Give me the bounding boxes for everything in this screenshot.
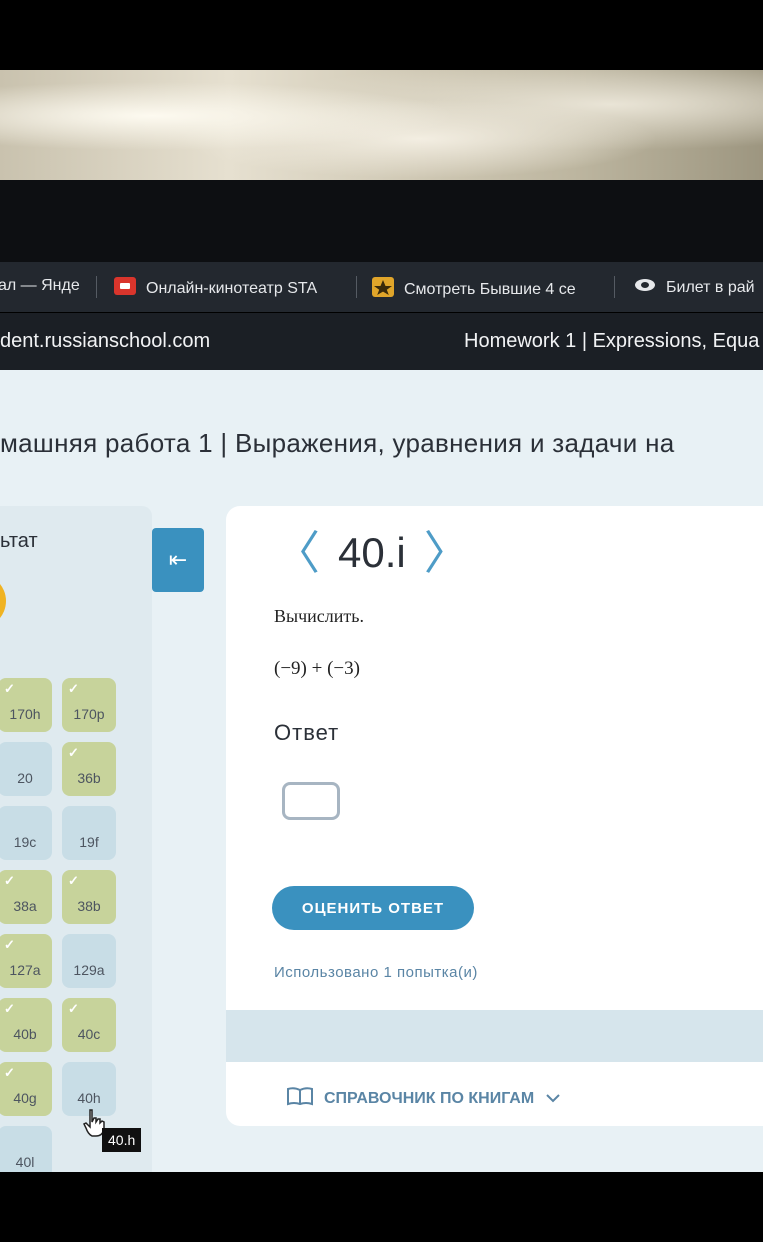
divider-band [226,1010,763,1062]
browser-tab-yandex[interactable]: ал — Янде [0,277,80,295]
sidebar-cell[interactable]: ✓ 170h [0,678,52,732]
task-navigation: 〈 40.i 〉 [274,528,470,578]
sidebar-cell[interactable]: ✓ 40g [0,1062,52,1116]
check-icon: ✓ [4,873,15,888]
task-prompt: Вычислить. [274,606,364,626]
cell-label: 38b [77,898,101,914]
check-icon: ✓ [68,745,79,760]
tab-separator [356,276,357,298]
cell-label: 19f [79,834,99,850]
sidebar-cell[interactable]: ✓ 40c [62,998,116,1052]
bookmark-star-icon [372,277,394,302]
cell-label: 20 [17,770,33,786]
cell-label: 36b [77,770,101,786]
cell-label: 170h [9,706,41,722]
cell-tooltip: 40.h [102,1128,142,1152]
reference-label: СПРАВОЧНИК ПО КНИГАМ [324,1089,535,1107]
sidebar-cell[interactable]: ✓ 40b [0,998,52,1052]
cell-label: 40l [15,1154,35,1170]
browser-tab-byvshie[interactable]: Смотреть Бывшие 4 се [372,277,576,302]
cell-label: 170p [73,706,105,722]
sidebar-cell[interactable]: ✓ 36b [62,742,116,796]
results-sidebar: ьтат ✓ 170h ✓ 170p 20 ✓ 36b 19c 19f ✓ 38a ✓ 38b ✓ 127a… [0,506,152,1180]
cell-label: 127a [9,962,41,978]
collapse-left-icon: ⇤ [168,547,188,572]
bottom-bezel [0,1172,763,1242]
browser-tab-bilet[interactable]: Билет в рай [634,277,755,298]
tab-separator [614,276,615,298]
chevron-down-icon [546,1090,560,1108]
answer-label: Ответ [274,720,340,745]
check-icon: ✓ [4,681,15,696]
cell-label: 38a [13,898,37,914]
cell-label: 129a [73,962,105,978]
background-photo [0,70,763,185]
check-icon: ✓ [68,1001,79,1016]
book-icon [286,1086,314,1111]
check-icon: ✓ [68,873,79,888]
address-bar[interactable]: dent.russianschool.com Homework 1 | Expr… [0,313,763,370]
browser-tab-kinoteatr[interactable]: Онлайн-кинотеатр STA [114,277,317,300]
submit-answer-button[interactable]: ОЦЕНИТЬ ОТВЕТ [272,886,474,930]
cell-label: 40h [77,1090,101,1106]
tab-label: Онлайн-кинотеатр STA [146,279,318,297]
reference-toggle[interactable]: СПРАВОЧНИК ПО КНИГАМ [286,1086,560,1111]
check-icon: ✓ [4,1065,15,1080]
tab-label: Билет в рай [666,278,755,296]
check-icon: ✓ [4,937,15,952]
tab-separator [96,276,97,298]
task-card: 〈 40.i 〉 Вычислить. (−9) + (−3) Ответ ОЦ… [226,506,763,1126]
sidebar-cell[interactable]: 129a [62,934,116,988]
chevron-left-icon[interactable]: 〈 [274,528,320,578]
sidebar-heading: ьтат [0,530,38,552]
attempts-counter: Использовано 1 попытка(и) [274,964,478,981]
cell-label: 40c [77,1026,101,1042]
window-title: Homework 1 | Expressions, Equa [464,330,760,352]
answer-input[interactable] [282,782,340,820]
browser-tab-strip: ал — Янде Онлайн-кинотеатр STA Смотреть … [0,262,763,312]
chevron-right-icon[interactable]: 〉 [424,528,470,578]
sidebar-cell[interactable]: 20 [0,742,52,796]
cell-label: 19c [13,834,37,850]
sidebar-cell[interactable]: ✓ 127a [0,934,52,988]
sidebar-cell[interactable]: 19c [0,806,52,860]
page-title: машняя работа 1 | Выражения, уравнения и… [0,428,675,458]
task-expression: (−9) + (−3) [274,658,360,679]
sidebar-cell[interactable]: ✓ 38b [62,870,116,924]
homework-page: машняя работа 1 | Выражения, уравнения и… [0,370,763,1180]
cell-label: 40g [13,1090,37,1106]
sidebar-cell[interactable]: 19f [62,806,116,860]
sidebar-cell[interactable]: ✓ 170p [62,678,116,732]
check-icon: ✓ [4,1001,15,1016]
ticket-icon [634,277,656,298]
tab-label: ал — Янде [0,277,80,294]
red-video-icon [114,277,136,300]
sidebar-cell[interactable]: ✓ 38a [0,870,52,924]
check-icon: ✓ [68,681,79,696]
laptop-bezel [0,180,763,265]
tab-label: Смотреть Бывшие 4 се [404,280,576,298]
avatar [0,574,6,628]
collapse-sidebar-button[interactable]: ⇤ [152,528,204,592]
url-text[interactable]: dent.russianschool.com [0,330,210,353]
task-number: 40.i [338,529,406,576]
cell-label: 40b [13,1026,37,1042]
